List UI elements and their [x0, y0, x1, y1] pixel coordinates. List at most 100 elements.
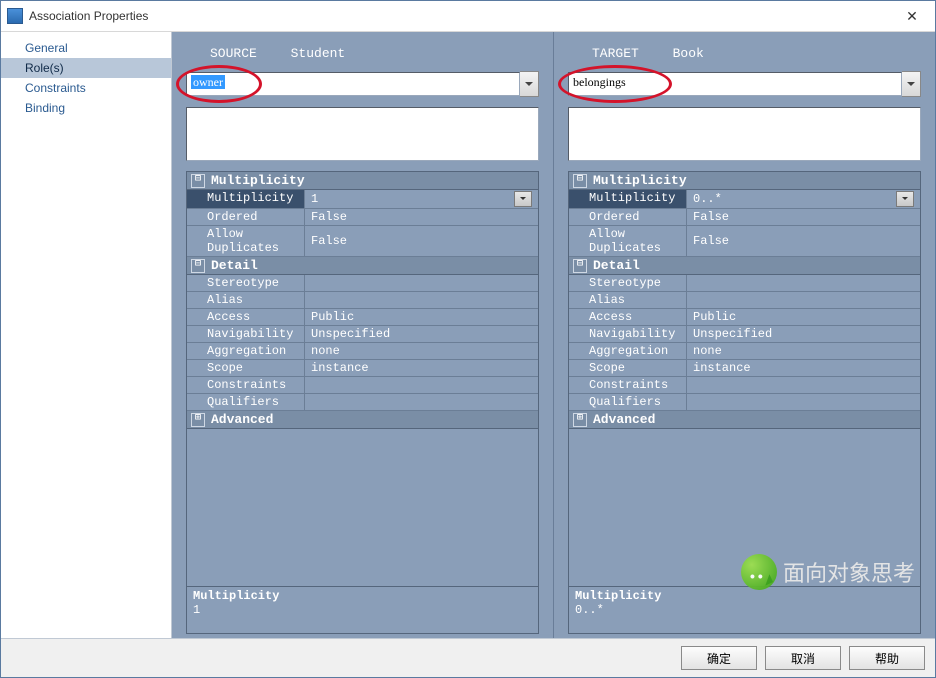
- close-button[interactable]: ✕: [889, 1, 935, 31]
- prop-row-qualifiers[interactable]: Qualifiers: [569, 394, 920, 411]
- source-group-advanced[interactable]: ⊞ Advanced: [187, 411, 538, 429]
- prop-value[interactable]: Public: [687, 309, 920, 325]
- prop-name: Access: [569, 309, 687, 325]
- sidebar-item-roles[interactable]: Role(s): [1, 58, 171, 78]
- target-panel: TARGET Book belongings ⊟ Multiplicity: [554, 32, 935, 638]
- source-group-multiplicity[interactable]: ⊟ Multiplicity: [187, 172, 538, 190]
- prop-value[interactable]: Unspecified: [305, 326, 538, 342]
- prop-row-stereotype[interactable]: Stereotype: [187, 275, 538, 292]
- dialog-footer: 确定 取消 帮助: [1, 638, 935, 677]
- group-label: Detail: [211, 258, 258, 273]
- prop-name: Navigability: [187, 326, 305, 342]
- sidebar-item-constraints[interactable]: Constraints: [1, 78, 171, 98]
- target-group-multiplicity[interactable]: ⊟ Multiplicity: [569, 172, 920, 190]
- prop-row-navigability[interactable]: NavigabilityUnspecified: [187, 326, 538, 343]
- prop-row-scope[interactable]: Scopeinstance: [569, 360, 920, 377]
- prop-name: Aggregation: [569, 343, 687, 359]
- wechat-icon: ••: [741, 554, 777, 590]
- prop-name: Alias: [569, 292, 687, 308]
- panels: SOURCE Student owner ⊟ Multiplicity: [172, 32, 935, 638]
- prop-row-qualifiers[interactable]: Qualifiers: [187, 394, 538, 411]
- group-label: Detail: [593, 258, 640, 273]
- prop-value[interactable]: [305, 394, 538, 410]
- prop-value[interactable]: none: [687, 343, 920, 359]
- prop-row-alias[interactable]: Alias: [569, 292, 920, 309]
- sidebar-item-general[interactable]: General: [1, 38, 171, 58]
- expand-icon: ⊞: [573, 413, 587, 427]
- target-role-dropdown[interactable]: [902, 71, 921, 97]
- prop-row-aggregation[interactable]: Aggregationnone: [569, 343, 920, 360]
- cancel-button[interactable]: 取消: [765, 646, 841, 670]
- target-role-input[interactable]: belongings: [568, 72, 902, 96]
- prop-value[interactable]: [687, 394, 920, 410]
- target-group-advanced[interactable]: ⊞ Advanced: [569, 411, 920, 429]
- prop-value-cell[interactable]: 0..*: [687, 190, 920, 208]
- prop-name: Qualifiers: [569, 394, 687, 410]
- source-role-row: owner: [186, 71, 539, 97]
- collapse-icon: ⊟: [191, 259, 205, 273]
- ok-button[interactable]: 确定: [681, 646, 757, 670]
- prop-name: Qualifiers: [187, 394, 305, 410]
- prop-value[interactable]: instance: [687, 360, 920, 376]
- prop-row-aggregation[interactable]: Aggregationnone: [187, 343, 538, 360]
- prop-row-constraints[interactable]: Constraints: [187, 377, 538, 394]
- prop-name: Multiplicity: [569, 190, 687, 208]
- prop-row-ordered[interactable]: Ordered False: [187, 209, 538, 226]
- prop-value[interactable]: [687, 292, 920, 308]
- prop-value[interactable]: [305, 377, 538, 393]
- prop-row-stereotype[interactable]: Stereotype: [569, 275, 920, 292]
- group-label: Multiplicity: [593, 173, 687, 188]
- prop-value[interactable]: False: [687, 226, 920, 256]
- prop-value[interactable]: Public: [305, 309, 538, 325]
- prop-row-allow-duplicates[interactable]: Allow Duplicates False: [187, 226, 538, 257]
- prop-value[interactable]: False: [305, 209, 538, 225]
- desc-text: 0..*: [575, 603, 914, 617]
- help-button[interactable]: 帮助: [849, 646, 925, 670]
- prop-name: Access: [187, 309, 305, 325]
- prop-value[interactable]: [687, 275, 920, 291]
- prop-value[interactable]: none: [305, 343, 538, 359]
- prop-name: Navigability: [569, 326, 687, 342]
- desc-title: Multiplicity: [575, 589, 914, 603]
- prop-row-scope[interactable]: Scopeinstance: [187, 360, 538, 377]
- prop-row-alias[interactable]: Alias: [187, 292, 538, 309]
- prop-name: Alias: [187, 292, 305, 308]
- source-role-input[interactable]: owner: [186, 72, 520, 96]
- prop-row-multiplicity[interactable]: Multiplicity 1: [187, 190, 538, 209]
- desc-text: 1: [193, 603, 532, 617]
- source-notes[interactable]: [186, 107, 539, 161]
- close-icon: ✕: [906, 8, 918, 25]
- prop-row-navigability[interactable]: NavigabilityUnspecified: [569, 326, 920, 343]
- source-group-detail[interactable]: ⊟ Detail: [187, 257, 538, 275]
- target-heading: TARGET Book: [592, 46, 921, 61]
- prop-row-allow-duplicates[interactable]: Allow DuplicatesFalse: [569, 226, 920, 257]
- prop-value[interactable]: False: [305, 226, 538, 256]
- prop-name: Stereotype: [569, 275, 687, 291]
- source-role-dropdown[interactable]: [520, 71, 539, 97]
- group-label: Advanced: [211, 412, 273, 427]
- collapse-icon: ⊟: [573, 259, 587, 273]
- prop-value[interactable]: instance: [305, 360, 538, 376]
- target-notes[interactable]: [568, 107, 921, 161]
- prop-row-access[interactable]: AccessPublic: [187, 309, 538, 326]
- chevron-down-icon[interactable]: [896, 191, 914, 207]
- sidebar-item-binding[interactable]: Binding: [1, 98, 171, 118]
- prop-name: Scope: [569, 360, 687, 376]
- desc-title: Multiplicity: [193, 589, 532, 603]
- prop-value-cell[interactable]: 1: [305, 190, 538, 208]
- prop-row-ordered[interactable]: OrderedFalse: [569, 209, 920, 226]
- source-role-value: owner: [191, 75, 225, 89]
- collapse-icon: ⊟: [573, 174, 587, 188]
- chevron-down-icon[interactable]: [514, 191, 532, 207]
- prop-value[interactable]: [305, 275, 538, 291]
- prop-value[interactable]: Unspecified: [687, 326, 920, 342]
- target-group-detail[interactable]: ⊟ Detail: [569, 257, 920, 275]
- prop-value[interactable]: False: [687, 209, 920, 225]
- prop-row-multiplicity[interactable]: Multiplicity 0..*: [569, 190, 920, 209]
- prop-value[interactable]: [687, 377, 920, 393]
- prop-name: Scope: [187, 360, 305, 376]
- source-propgrid: ⊟ Multiplicity Multiplicity 1 Ordered Fa…: [186, 171, 539, 634]
- prop-value[interactable]: [305, 292, 538, 308]
- prop-row-access[interactable]: AccessPublic: [569, 309, 920, 326]
- prop-row-constraints[interactable]: Constraints: [569, 377, 920, 394]
